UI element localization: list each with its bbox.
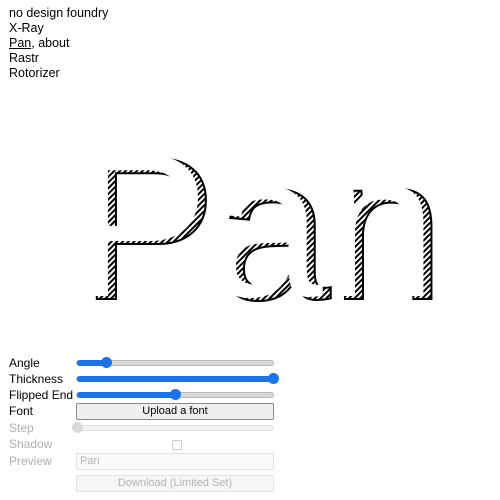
preview-label: Preview xyxy=(9,454,52,468)
shadow-label: Shadow xyxy=(9,437,53,451)
type-preview: Pan Pan xyxy=(72,120,446,320)
nav-link-x-ray[interactable]: X-Ray xyxy=(9,21,44,35)
nav-link-about[interactable]: , about xyxy=(31,36,69,50)
angle-label: Angle xyxy=(9,356,40,370)
flipped-end-label: Flipped End xyxy=(9,388,74,402)
nav-link-rastr[interactable]: Rastr xyxy=(9,51,39,65)
thickness-label: Thickness xyxy=(9,372,64,386)
flipped-end-row: Flipped End xyxy=(9,388,279,403)
flipped-end-slider-thumb[interactable] xyxy=(170,389,181,400)
step-slider-thumb[interactable] xyxy=(72,422,83,433)
preview-text-field[interactable]: Pan xyxy=(76,453,274,470)
step-slider[interactable] xyxy=(72,422,274,433)
thickness-row: Thickness xyxy=(9,372,279,387)
flipped-end-slider-fill xyxy=(77,392,175,398)
upload-font-button[interactable]: Upload a font xyxy=(76,403,274,420)
flipped-end-slider[interactable] xyxy=(76,389,274,400)
foundry-title: no design foundry xyxy=(9,6,109,20)
nav-link-pan[interactable]: Pan xyxy=(9,36,31,50)
angle-slider-thumb[interactable] xyxy=(101,357,113,368)
angle-row: Angle xyxy=(9,356,279,371)
font-label: Font xyxy=(9,404,34,418)
angle-slider[interactable] xyxy=(76,357,274,368)
step-row: Step xyxy=(9,421,279,436)
step-label: Step xyxy=(9,421,34,435)
thickness-slider[interactable] xyxy=(76,373,279,384)
font-row: Font Upload a font xyxy=(9,403,279,420)
site-nav: no design foundry X-Ray Pan, about Rastr… xyxy=(9,6,108,81)
thickness-slider-thumb[interactable] xyxy=(268,373,279,384)
shadow-row: Shadow xyxy=(9,437,279,452)
download-button[interactable]: Download (Limited Set) xyxy=(76,475,274,492)
download-row: Download (Limited Set) xyxy=(9,475,279,492)
preview-glyphs: Pan xyxy=(72,120,437,320)
thickness-slider-fill xyxy=(77,376,273,382)
preview-row: Preview Pan xyxy=(9,453,279,470)
nav-link-rotorizer[interactable]: Rotorizer xyxy=(9,66,60,80)
svg-text:Pan: Pan xyxy=(72,120,437,320)
shadow-checkbox[interactable] xyxy=(172,440,182,450)
